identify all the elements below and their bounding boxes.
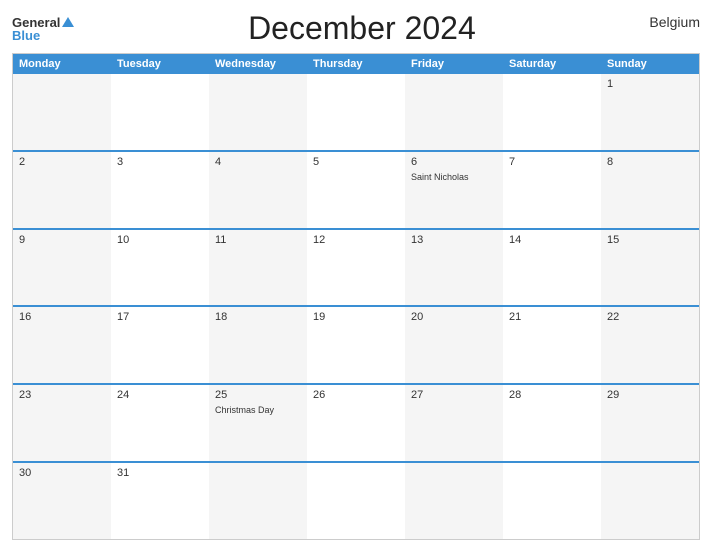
calendar-week: 23 24 25 Christmas Day 26 27 28 29 (13, 383, 699, 461)
calendar-day-number: 15 (607, 234, 693, 246)
calendar-cell: 29 (601, 385, 699, 461)
calendar-cell: 21 (503, 307, 601, 383)
calendar-cell: 6 Saint Nicholas (405, 152, 503, 228)
calendar-cell (405, 463, 503, 539)
month-title: December 2024 (74, 10, 649, 47)
calendar-week: 30 31 (13, 461, 699, 539)
calendar-day-number: 8 (607, 156, 693, 168)
calendar-header-row: MondayTuesdayWednesdayThursdayFridaySatu… (13, 54, 699, 74)
calendar-week: 1 (13, 74, 699, 150)
calendar-day-number: 31 (117, 467, 203, 479)
calendar-cell: 17 (111, 307, 209, 383)
calendar-cell: 20 (405, 307, 503, 383)
calendar-cell: 7 (503, 152, 601, 228)
calendar-cell: 3 (111, 152, 209, 228)
calendar-cell (405, 74, 503, 150)
calendar-week: 23456 Saint Nicholas 78 (13, 150, 699, 228)
calendar-cell (503, 463, 601, 539)
calendar-cell: 28 (503, 385, 601, 461)
calendar-cell (503, 74, 601, 150)
calendar-cell: 1 (601, 74, 699, 150)
calendar-cell: 14 (503, 230, 601, 306)
calendar-header-day: Sunday (601, 54, 699, 74)
calendar-day-number: 24 (117, 389, 203, 401)
calendar-day-number: 9 (19, 234, 105, 246)
calendar: MondayTuesdayWednesdayThursdayFridaySatu… (12, 53, 700, 540)
calendar-header-day: Thursday (307, 54, 405, 74)
calendar-cell: 8 (601, 152, 699, 228)
calendar-cell: 24 (111, 385, 209, 461)
calendar-cell (209, 463, 307, 539)
calendar-body: 123456Saint Nicholas78910111213141516171… (13, 74, 699, 539)
calendar-cell: 30 (13, 463, 111, 539)
calendar-cell (13, 74, 111, 150)
calendar-cell: 4 (209, 152, 307, 228)
calendar-header-day: Saturday (503, 54, 601, 74)
calendar-day-number: 19 (313, 311, 399, 323)
page: General Blue December 2024 Belgium Monda… (0, 0, 712, 550)
calendar-header-day: Tuesday (111, 54, 209, 74)
calendar-cell: 2 (13, 152, 111, 228)
header: General Blue December 2024 Belgium (12, 10, 700, 47)
calendar-cell (209, 74, 307, 150)
calendar-event: Christmas Day (215, 405, 301, 415)
calendar-cell: 12 (307, 230, 405, 306)
country-label: Belgium (649, 14, 700, 30)
logo-triangle-icon (62, 17, 74, 27)
calendar-cell: 13 (405, 230, 503, 306)
calendar-day-number: 4 (215, 156, 301, 168)
calendar-day-number: 21 (509, 311, 595, 323)
calendar-cell: 5 (307, 152, 405, 228)
calendar-day-number: 1 (607, 78, 693, 90)
logo-general-text: General (12, 16, 60, 29)
calendar-day-number: 5 (313, 156, 399, 168)
calendar-week: 16 17 18 19 20 21 22 (13, 305, 699, 383)
calendar-day-number: 13 (411, 234, 497, 246)
calendar-cell (307, 74, 405, 150)
calendar-event: Saint Nicholas (411, 172, 497, 182)
calendar-cell: 27 (405, 385, 503, 461)
calendar-day-number: 2 (19, 156, 105, 168)
calendar-day-number: 18 (215, 311, 301, 323)
calendar-day-number: 23 (19, 389, 105, 401)
calendar-day-number: 3 (117, 156, 203, 168)
logo: General Blue (12, 16, 74, 42)
calendar-header-day: Wednesday (209, 54, 307, 74)
calendar-day-number: 7 (509, 156, 595, 168)
calendar-cell: 22 (601, 307, 699, 383)
calendar-day-number: 29 (607, 389, 693, 401)
calendar-day-number: 17 (117, 311, 203, 323)
calendar-day-number: 26 (313, 389, 399, 401)
calendar-cell: 25 Christmas Day (209, 385, 307, 461)
calendar-cell (601, 463, 699, 539)
calendar-day-number: 12 (313, 234, 399, 246)
calendar-cell: 11 (209, 230, 307, 306)
calendar-day-number: 10 (117, 234, 203, 246)
calendar-day-number: 22 (607, 311, 693, 323)
calendar-cell: 9 (13, 230, 111, 306)
calendar-day-number: 14 (509, 234, 595, 246)
calendar-day-number: 16 (19, 311, 105, 323)
calendar-cell: 10 (111, 230, 209, 306)
calendar-day-number: 25 (215, 389, 301, 401)
calendar-cell (111, 74, 209, 150)
calendar-day-number: 6 (411, 156, 497, 168)
calendar-cell: 23 (13, 385, 111, 461)
calendar-header-day: Monday (13, 54, 111, 74)
logo-blue-text: Blue (12, 29, 40, 42)
calendar-cell: 31 (111, 463, 209, 539)
calendar-day-number: 27 (411, 389, 497, 401)
calendar-cell: 16 (13, 307, 111, 383)
calendar-cell: 19 (307, 307, 405, 383)
calendar-day-number: 28 (509, 389, 595, 401)
calendar-day-number: 20 (411, 311, 497, 323)
calendar-week: 9 10 11 12 13 14 15 (13, 228, 699, 306)
calendar-cell (307, 463, 405, 539)
calendar-day-number: 11 (215, 234, 301, 246)
calendar-cell: 26 (307, 385, 405, 461)
calendar-header-day: Friday (405, 54, 503, 74)
calendar-cell: 18 (209, 307, 307, 383)
calendar-day-number: 30 (19, 467, 105, 479)
calendar-cell: 15 (601, 230, 699, 306)
